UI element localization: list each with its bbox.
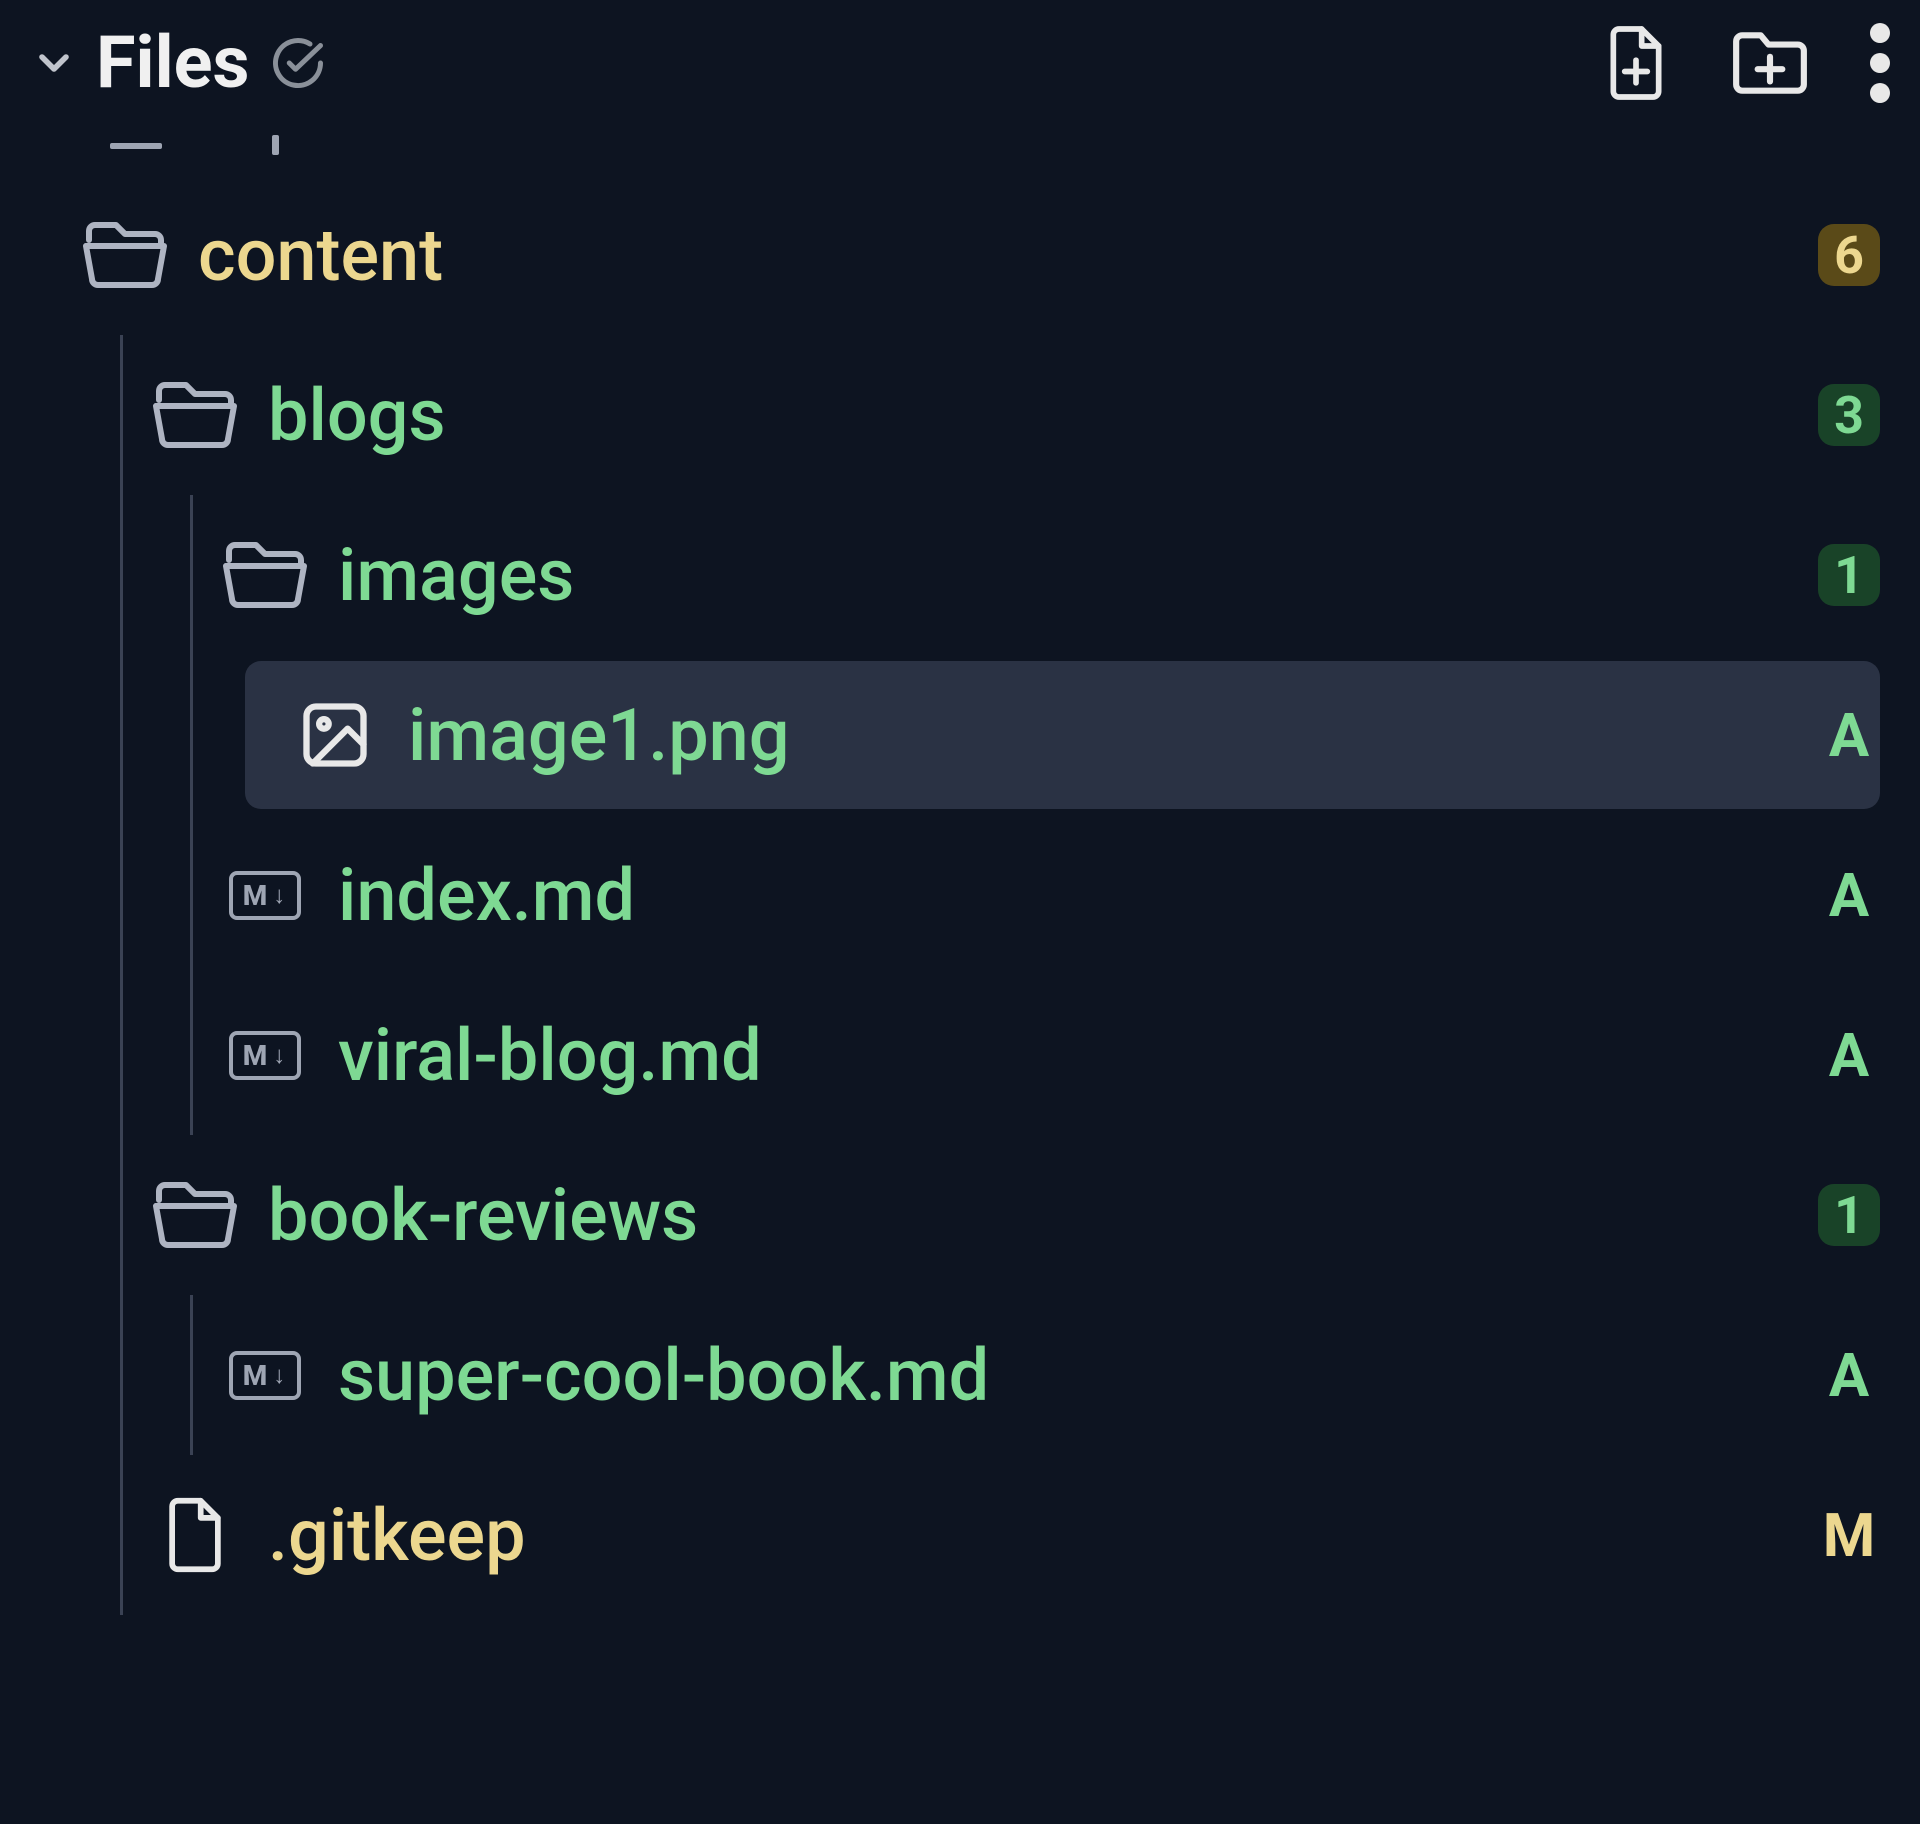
file-tree: content 6 blogs 3 — [0, 135, 1920, 1615]
folder-open-icon — [150, 1179, 240, 1251]
change-count-badge: 6 — [1818, 224, 1880, 286]
folder-open-icon — [220, 539, 310, 611]
git-status-badge: A — [1818, 1020, 1880, 1091]
git-status-badge: A — [1818, 860, 1880, 931]
more-options-button[interactable] — [1870, 23, 1890, 103]
truncated-indicator — [20, 135, 1900, 175]
git-status-badge: A — [1818, 700, 1880, 771]
tree-folder-images[interactable]: images 1 — [20, 495, 1900, 655]
folder-label: book-reviews — [268, 1173, 698, 1258]
tree-file-gitkeep[interactable]: .gitkeep M — [20, 1455, 1900, 1615]
file-label: super-cool-book.md — [338, 1333, 989, 1418]
file-label: index.md — [338, 853, 635, 938]
mark-all-collapse-icon[interactable] — [268, 33, 328, 93]
folder-open-icon — [80, 219, 170, 291]
file-label: image1.png — [408, 693, 790, 778]
markdown-file-icon: M↓ — [220, 1351, 310, 1400]
collapse-toggle-icon[interactable] — [30, 39, 78, 87]
panel-title: Files — [96, 20, 250, 105]
change-count-badge: 1 — [1818, 544, 1880, 606]
file-icon — [150, 1495, 240, 1575]
new-file-button[interactable] — [1602, 23, 1670, 103]
panel-header-left: Files — [30, 20, 1584, 105]
tree-folder-blogs[interactable]: blogs 3 — [20, 335, 1900, 495]
truncated-line — [110, 143, 162, 149]
folder-label: blogs — [268, 373, 446, 458]
git-status-badge: A — [1818, 1340, 1880, 1411]
file-label: viral-blog.md — [338, 1013, 762, 1098]
tree-file-image1[interactable]: image1.png A — [20, 655, 1900, 815]
git-status-badge: M — [1818, 1500, 1880, 1571]
tree-folder-book-reviews[interactable]: book-reviews 1 — [20, 1135, 1900, 1295]
change-count-badge: 3 — [1818, 384, 1880, 446]
tree-file-index-md[interactable]: M↓ index.md A — [20, 815, 1900, 975]
image-file-icon — [290, 697, 380, 773]
folder-open-icon — [150, 379, 240, 451]
change-count-badge: 1 — [1818, 1184, 1880, 1246]
folder-label: images — [338, 533, 574, 618]
tree-file-viral-blog-md[interactable]: M↓ viral-blog.md A — [20, 975, 1900, 1135]
tree-file-super-cool-book-md[interactable]: M↓ super-cool-book.md A — [20, 1295, 1900, 1455]
markdown-file-icon: M↓ — [220, 1031, 310, 1080]
panel-header: Files — [0, 20, 1920, 135]
file-label: .gitkeep — [268, 1493, 526, 1578]
file-explorer-panel: Files — [0, 0, 1920, 1824]
folder-label: content — [198, 213, 443, 298]
tree-folder-content[interactable]: content 6 — [20, 175, 1900, 335]
truncated-dot — [272, 135, 279, 155]
new-folder-button[interactable] — [1730, 27, 1810, 99]
markdown-file-icon: M↓ — [220, 871, 310, 920]
panel-header-actions — [1602, 23, 1890, 103]
